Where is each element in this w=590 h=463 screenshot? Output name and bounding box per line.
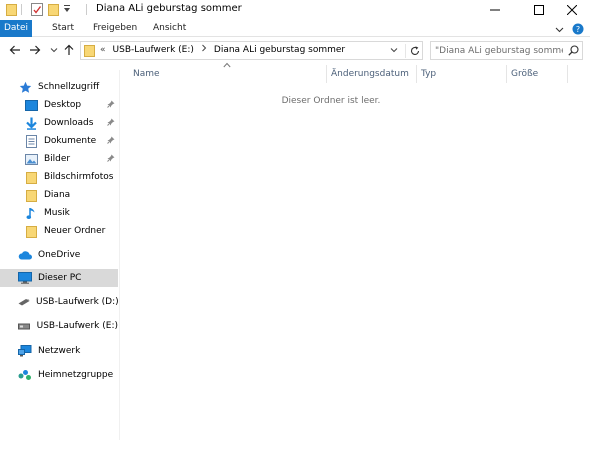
tab-start[interactable]: Start — [52, 20, 74, 37]
sidebar-item-label: Diana — [44, 190, 71, 200]
sidebar-item-this-pc[interactable]: Dieser PC — [0, 269, 118, 287]
network-icon — [18, 344, 32, 358]
tab-freigeben[interactable]: Freigeben — [93, 20, 137, 37]
sidebar-item-usb-drive-e[interactable]: USB-Laufwerk (E:) — [0, 317, 118, 335]
title-bar: Diana ALi geburstag sommer — [0, 0, 590, 20]
search-input[interactable] — [435, 44, 563, 58]
customize-quick-access-icon[interactable] — [63, 5, 71, 16]
column-header-name[interactable]: Name — [129, 63, 160, 85]
sidebar-item-homegroup[interactable]: Heimnetzgruppe — [0, 366, 118, 384]
breadcrumb-current-folder[interactable]: Diana ALi geburstag sommer — [214, 42, 345, 59]
divider — [86, 4, 87, 15]
sidebar-item-music[interactable]: Musik — [0, 204, 118, 222]
empty-folder-message: Dieser Ordner ist leer. — [281, 96, 381, 106]
sidebar-item-label: Bildschirmfotos — [44, 172, 114, 182]
sidebar-item-label: Downloads — [44, 118, 94, 128]
sidebar-item-label: USB-Laufwerk (E:) — [36, 321, 118, 331]
sidebar-item-label: Dieser PC — [38, 273, 82, 283]
address-dropdown-icon[interactable] — [390, 46, 398, 57]
breadcrumb-overflow[interactable]: « — [100, 42, 106, 59]
column-header-type[interactable]: Typ — [417, 63, 436, 85]
download-icon — [24, 116, 38, 130]
column-header-size[interactable]: Größe — [507, 63, 538, 85]
sidebar-item-label: Bilder — [44, 154, 71, 164]
close-button[interactable] — [552, 0, 590, 20]
sidebar-item-label: Musik — [44, 208, 70, 218]
sidebar-item-label: Dokumente — [44, 136, 97, 146]
chevron-right-icon[interactable] — [201, 42, 207, 59]
homegroup-icon — [18, 368, 32, 382]
sidebar-item-label: USB-Laufwerk (D:) — [36, 297, 119, 307]
pictures-icon — [24, 152, 38, 166]
folder-icon — [24, 170, 38, 184]
sidebar-item-label: Schnellzugriff — [38, 82, 100, 92]
sidebar-item-pictures[interactable]: Bilder — [0, 150, 118, 168]
up-button[interactable] — [62, 43, 76, 57]
address-bar[interactable]: « USB-Laufwerk (E:) Diana ALi geburstag … — [80, 41, 423, 60]
sidebar-item-onedrive[interactable]: OneDrive — [0, 246, 118, 264]
tab-datei[interactable]: Datei — [0, 20, 32, 37]
sidebar-item-network[interactable]: Netzwerk — [0, 342, 118, 360]
ribbon-tabs: Datei Start Freigeben Ansicht ? — [0, 20, 590, 37]
folder-icon — [84, 44, 95, 60]
sidebar-item-label: Netzwerk — [38, 346, 81, 356]
documents-icon — [24, 134, 38, 148]
sidebar-item-downloads[interactable]: Downloads — [0, 114, 118, 132]
sidebar-item-documents[interactable]: Dokumente — [0, 132, 118, 150]
new-folder-icon[interactable] — [48, 3, 59, 19]
computer-icon — [18, 271, 32, 285]
sidebar-item-desktop[interactable]: Desktop — [0, 96, 118, 114]
divider — [21, 4, 22, 15]
forward-button[interactable] — [28, 43, 42, 57]
pin-icon[interactable] — [107, 154, 115, 165]
music-icon — [24, 206, 38, 220]
column-header-row: Name Änderungsdatum Typ Größe — [121, 61, 590, 85]
search-box — [430, 41, 583, 60]
recent-locations-icon[interactable] — [47, 43, 61, 57]
cloud-icon — [18, 248, 32, 262]
usb-drive-icon — [18, 295, 30, 309]
expand-ribbon-icon[interactable] — [555, 25, 564, 37]
properties-icon[interactable] — [31, 3, 43, 19]
desktop-icon — [24, 98, 38, 112]
usb-drive-icon — [18, 319, 31, 333]
folder-icon — [6, 3, 17, 19]
folder-icon — [24, 224, 38, 238]
sidebar-item-new-folder[interactable]: Neuer Ordner — [0, 222, 118, 240]
sidebar-item-screenshots[interactable]: Bildschirmfotos — [0, 168, 118, 186]
search-icon[interactable] — [568, 45, 579, 59]
breadcrumb-usb-drive-e[interactable]: USB-Laufwerk (E:) — [113, 42, 194, 59]
navigation-bar: « USB-Laufwerk (E:) Diana ALi geburstag … — [0, 38, 590, 63]
minimize-button[interactable] — [475, 0, 515, 20]
window-title: Diana ALi geburstag sommer — [96, 3, 242, 14]
pin-icon[interactable] — [107, 118, 115, 129]
sidebar-item-quick-access[interactable]: Schnellzugriff — [0, 78, 118, 96]
file-list[interactable]: Name Änderungsdatum Typ Größe Dieser Ord… — [121, 61, 590, 453]
sidebar-item-usb-drive-d[interactable]: USB-Laufwerk (D:) — [0, 293, 119, 311]
star-icon — [18, 80, 32, 94]
back-button[interactable] — [8, 43, 22, 57]
sidebar-item-label: Neuer Ordner — [44, 226, 106, 236]
sidebar-item-diana[interactable]: Diana — [0, 186, 118, 204]
refresh-button[interactable] — [405, 44, 423, 58]
pin-icon[interactable] — [107, 100, 115, 111]
sort-up-icon — [223, 61, 231, 71]
navigation-pane: Schnellzugriff Desktop Downloads Dokumen… — [0, 70, 120, 440]
pin-icon[interactable] — [107, 136, 115, 147]
folder-icon — [24, 188, 38, 202]
sidebar-item-label: OneDrive — [38, 250, 81, 260]
column-header-modified[interactable]: Änderungsdatum — [327, 63, 409, 85]
help-icon[interactable]: ? — [572, 23, 584, 38]
svg-text:?: ? — [576, 25, 580, 34]
sidebar-item-label: Desktop — [44, 100, 82, 110]
column-divider[interactable] — [567, 65, 568, 83]
sidebar-item-label: Heimnetzgruppe — [38, 370, 114, 380]
tab-ansicht[interactable]: Ansicht — [153, 20, 186, 37]
